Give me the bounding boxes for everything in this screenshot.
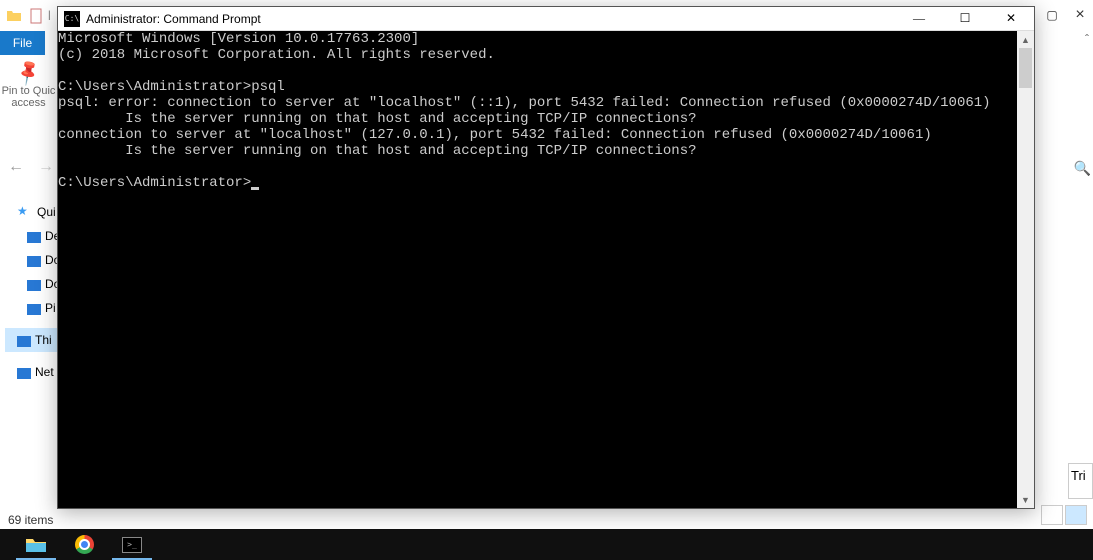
taskbar: >_: [0, 529, 1093, 560]
nav-forward-button: →: [38, 158, 54, 176]
cmd-line: C:\Users\Administrator>psql: [58, 79, 285, 95]
sidebar-item-this-pc[interactable]: Thi: [5, 328, 57, 352]
cmd-line: Microsoft Windows [Version 10.0.17763.23…: [58, 31, 419, 47]
cmd-line: Is the server running on that host and a…: [58, 111, 697, 127]
cmd-line: connection to server at "localhost" (127…: [58, 127, 932, 143]
view-mode-switcher: [1041, 505, 1087, 525]
cmd-app-icon: C:\: [64, 11, 80, 27]
restore-icon[interactable]: ▢: [1045, 8, 1059, 22]
cmd-window-controls: — ☐ ✕: [896, 7, 1034, 31]
this-pc-icon: [17, 336, 31, 347]
sidebar-item-label: Thi: [35, 333, 52, 347]
maximize-button[interactable]: ☐: [942, 7, 988, 31]
cmd-titlebar[interactable]: C:\ Administrator: Command Prompt — ☐ ✕: [58, 7, 1034, 31]
cmd-window-title: Administrator: Command Prompt: [86, 12, 896, 26]
cmd-line: Is the server running on that host and a…: [58, 143, 697, 159]
taskbar-item-file-explorer[interactable]: [12, 529, 60, 560]
trial-badge: Tri: [1068, 463, 1093, 499]
cmd-terminal-output[interactable]: Microsoft Windows [Version 10.0.17763.23…: [58, 31, 1017, 508]
pin-label-line2: access: [0, 97, 57, 109]
star-icon: ★: [17, 204, 33, 220]
nav-back-button[interactable]: ←: [8, 158, 24, 176]
sidebar-item-network[interactable]: Net: [5, 360, 57, 384]
explorer-sidebar: ★ Qui De Do Do Pi Thi Net: [5, 200, 57, 384]
sidebar-item-label: Do: [45, 253, 57, 267]
explorer-window-controls: ▢ ×: [1045, 8, 1093, 22]
sidebar-item-label: Pi: [45, 301, 56, 315]
desktop-icon: [27, 232, 41, 243]
qat-divider: |: [48, 10, 51, 21]
cmd-line: C:\Users\Administrator>: [58, 175, 251, 191]
close-icon[interactable]: ×: [1073, 8, 1087, 22]
network-icon: [17, 368, 31, 379]
document-icon: [28, 8, 44, 24]
pictures-icon: [27, 304, 41, 315]
chrome-icon: [75, 535, 94, 554]
sidebar-item-label: Qui: [37, 205, 56, 219]
taskbar-item-chrome[interactable]: [60, 529, 108, 560]
sidebar-item-label: Net: [35, 365, 54, 379]
downloads-icon: [27, 256, 41, 267]
sidebar-item-documents[interactable]: Do: [5, 272, 57, 296]
sidebar-item-label: Do: [45, 277, 57, 291]
search-icon[interactable]: 🔍: [1074, 160, 1091, 177]
view-large-icons-button[interactable]: [1065, 505, 1087, 525]
scroll-up-button[interactable]: ▲: [1017, 31, 1034, 48]
scroll-thumb[interactable]: [1019, 48, 1032, 88]
pin-to-quick-access-button[interactable]: 📌 Pin to Quic access: [0, 58, 57, 128]
sidebar-item-pictures[interactable]: Pi: [5, 296, 57, 320]
taskbar-item-cmd[interactable]: >_: [108, 529, 156, 560]
ribbon-collapse-icon[interactable]: ˆ: [1085, 32, 1089, 46]
sidebar-item-downloads[interactable]: Do: [5, 248, 57, 272]
cmd-line: psql: error: connection to server at "lo…: [58, 95, 991, 111]
sidebar-item-desktop[interactable]: De: [5, 224, 57, 248]
folder-icon: [6, 8, 22, 24]
status-bar-item-count: 69 items: [8, 513, 53, 527]
command-prompt-window: C:\ Administrator: Command Prompt — ☐ ✕ …: [57, 6, 1035, 509]
view-details-button[interactable]: [1041, 505, 1063, 525]
cmd-icon: >_: [122, 537, 142, 553]
sidebar-item-quick-access[interactable]: ★ Qui: [5, 200, 57, 224]
sidebar-item-label: De: [45, 229, 57, 243]
close-button[interactable]: ✕: [988, 7, 1034, 31]
cursor-icon: [251, 187, 259, 190]
cmd-scrollbar[interactable]: ▲ ▼: [1017, 31, 1034, 508]
minimize-button[interactable]: —: [896, 7, 942, 31]
cmd-line: (c) 2018 Microsoft Corporation. All righ…: [58, 47, 495, 63]
scroll-down-button[interactable]: ▼: [1017, 491, 1034, 508]
file-explorer-icon: [25, 536, 47, 554]
documents-icon: [27, 280, 41, 291]
